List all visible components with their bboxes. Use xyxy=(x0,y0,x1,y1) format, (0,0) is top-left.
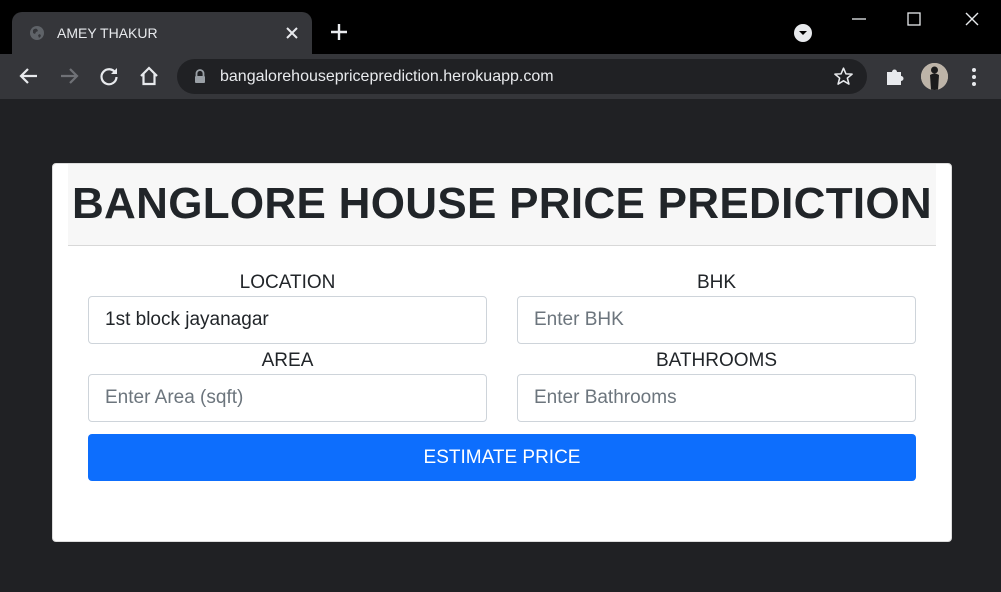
prediction-card: BANGLORE HOUSE PRICE PREDICTION LOCATION… xyxy=(52,163,952,542)
bathrooms-input[interactable] xyxy=(517,374,916,422)
extensions-puzzle-icon[interactable] xyxy=(884,66,906,88)
location-input[interactable] xyxy=(88,296,487,344)
lock-icon[interactable] xyxy=(193,69,207,84)
bookmark-star-icon[interactable] xyxy=(833,66,854,87)
globe-icon xyxy=(30,26,44,40)
close-tab-icon[interactable] xyxy=(282,23,302,43)
area-input[interactable] xyxy=(88,374,487,422)
url-text[interactable]: bangalorehousepriceprediction.herokuapp.… xyxy=(220,67,554,86)
reload-icon[interactable] xyxy=(98,65,120,87)
page-title: BANGLORE HOUSE PRICE PREDICTION xyxy=(71,179,933,228)
browser-toolbar: bangalorehousepriceprediction.herokuapp.… xyxy=(0,54,1001,99)
estimate-price-button[interactable]: ESTIMATE PRICE xyxy=(88,434,916,481)
profile-picture-icon xyxy=(921,63,948,90)
card-header: BANGLORE HOUSE PRICE PREDICTION xyxy=(68,164,936,246)
area-label: AREA xyxy=(261,350,314,371)
tab-search-icon[interactable] xyxy=(793,23,813,43)
new-tab-icon[interactable] xyxy=(327,20,351,44)
forward-arrow-icon[interactable] xyxy=(58,65,80,87)
browser-tab[interactable]: AMEY THAKUR xyxy=(12,12,312,54)
address-bar[interactable]: bangalorehousepriceprediction.herokuapp.… xyxy=(177,59,867,94)
back-arrow-icon[interactable] xyxy=(18,65,40,87)
minimize-icon[interactable] xyxy=(850,10,868,28)
bhk-input[interactable] xyxy=(517,296,916,344)
maximize-icon[interactable] xyxy=(905,10,923,28)
location-label: LOCATION xyxy=(239,272,336,293)
menu-dots-icon[interactable] xyxy=(963,66,985,88)
home-icon[interactable] xyxy=(138,65,160,87)
tab-title: AMEY THAKUR xyxy=(57,25,158,41)
bathrooms-label: BATHROOMS xyxy=(655,350,778,371)
tab-strip: AMEY THAKUR xyxy=(0,0,1001,54)
bhk-label: BHK xyxy=(696,272,737,293)
profile-avatar[interactable] xyxy=(921,63,948,90)
close-window-icon[interactable] xyxy=(963,10,981,28)
